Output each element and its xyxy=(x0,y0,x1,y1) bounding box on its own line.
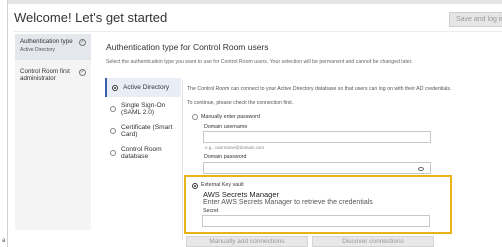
option-label: Certificate (Smart Card) xyxy=(121,124,173,138)
domain-username-hint: e.g., username@domain.com xyxy=(205,145,265,150)
option-certificate[interactable]: Certificate (Smart Card) xyxy=(105,121,181,141)
check-connection-note: To continue, please check the connection… xyxy=(187,100,294,106)
option-label: Active Directory xyxy=(123,84,170,91)
setup-steps-panel: Authentication type Active Directory ✓ C… xyxy=(15,34,91,230)
option-active-directory[interactable]: Active Directory xyxy=(105,78,181,97)
top-frame-bar xyxy=(8,0,502,4)
radio-icon xyxy=(110,106,116,112)
radio-icon xyxy=(110,150,116,156)
step-title: Authentication type xyxy=(20,38,73,45)
radio-icon xyxy=(192,114,198,120)
radio-icon xyxy=(110,128,116,134)
page-title: Welcome! Let's get started xyxy=(14,10,168,25)
option-single-sign-on[interactable]: Single Sign-On (SAML 2.0) xyxy=(105,99,181,119)
check-circle-icon: ✓ xyxy=(79,39,86,46)
left-frame-edge xyxy=(0,0,8,247)
header-divider xyxy=(14,31,502,32)
save-and-login-button[interactable]: Save and log in xyxy=(449,12,502,27)
radio-selected-icon xyxy=(112,84,118,91)
eye-icon[interactable] xyxy=(418,167,424,171)
external-key-vault-panel: External Key vault AWS Secrets Manager E… xyxy=(184,175,452,234)
options-divider xyxy=(182,80,183,240)
manually-add-connections-button[interactable]: Manually add connections xyxy=(186,236,308,247)
check-circle-icon: ✓ xyxy=(79,69,86,76)
step-sublabel: Active Directory xyxy=(20,47,56,53)
option-control-room-database[interactable]: Control Room database xyxy=(105,143,181,163)
discover-connections-button[interactable]: Discover connections xyxy=(312,236,434,247)
domain-username-input[interactable] xyxy=(203,131,431,143)
secret-input[interactable] xyxy=(202,215,430,227)
manual-password-label: Manually enter password xyxy=(201,114,260,120)
domain-username-label: Domain username xyxy=(204,124,248,130)
active-directory-info: The Control Room can connect to your Act… xyxy=(187,86,452,92)
step-first-administrator[interactable]: Control Room first administrator ✓ xyxy=(15,64,91,86)
domain-password-input[interactable] xyxy=(203,162,431,174)
vault-provider-title: AWS Secrets Manager xyxy=(203,190,279,199)
step-title: Control Room first administrator xyxy=(20,68,70,82)
step-authentication-type[interactable]: Authentication type Active Directory ✓ xyxy=(15,34,91,60)
auth-type-options: Active Directory Single Sign-On (SAML 2.… xyxy=(105,78,181,163)
section-description: Select the authentication type you want … xyxy=(106,59,413,65)
vault-description: Enter AWS Secrets Manager to retrieve th… xyxy=(203,199,373,206)
section-title: Authentication type for Control Room use… xyxy=(106,42,269,52)
option-label: Single Sign-On (SAML 2.0) xyxy=(121,102,166,116)
domain-password-label: Domain password xyxy=(204,154,247,160)
external-key-vault-label: External Key vault xyxy=(201,182,244,188)
radio-selected-icon[interactable] xyxy=(192,183,198,189)
corner-mark: a xyxy=(2,238,6,244)
option-label: Control Room database xyxy=(121,146,162,160)
secret-label: Secret xyxy=(203,208,219,214)
